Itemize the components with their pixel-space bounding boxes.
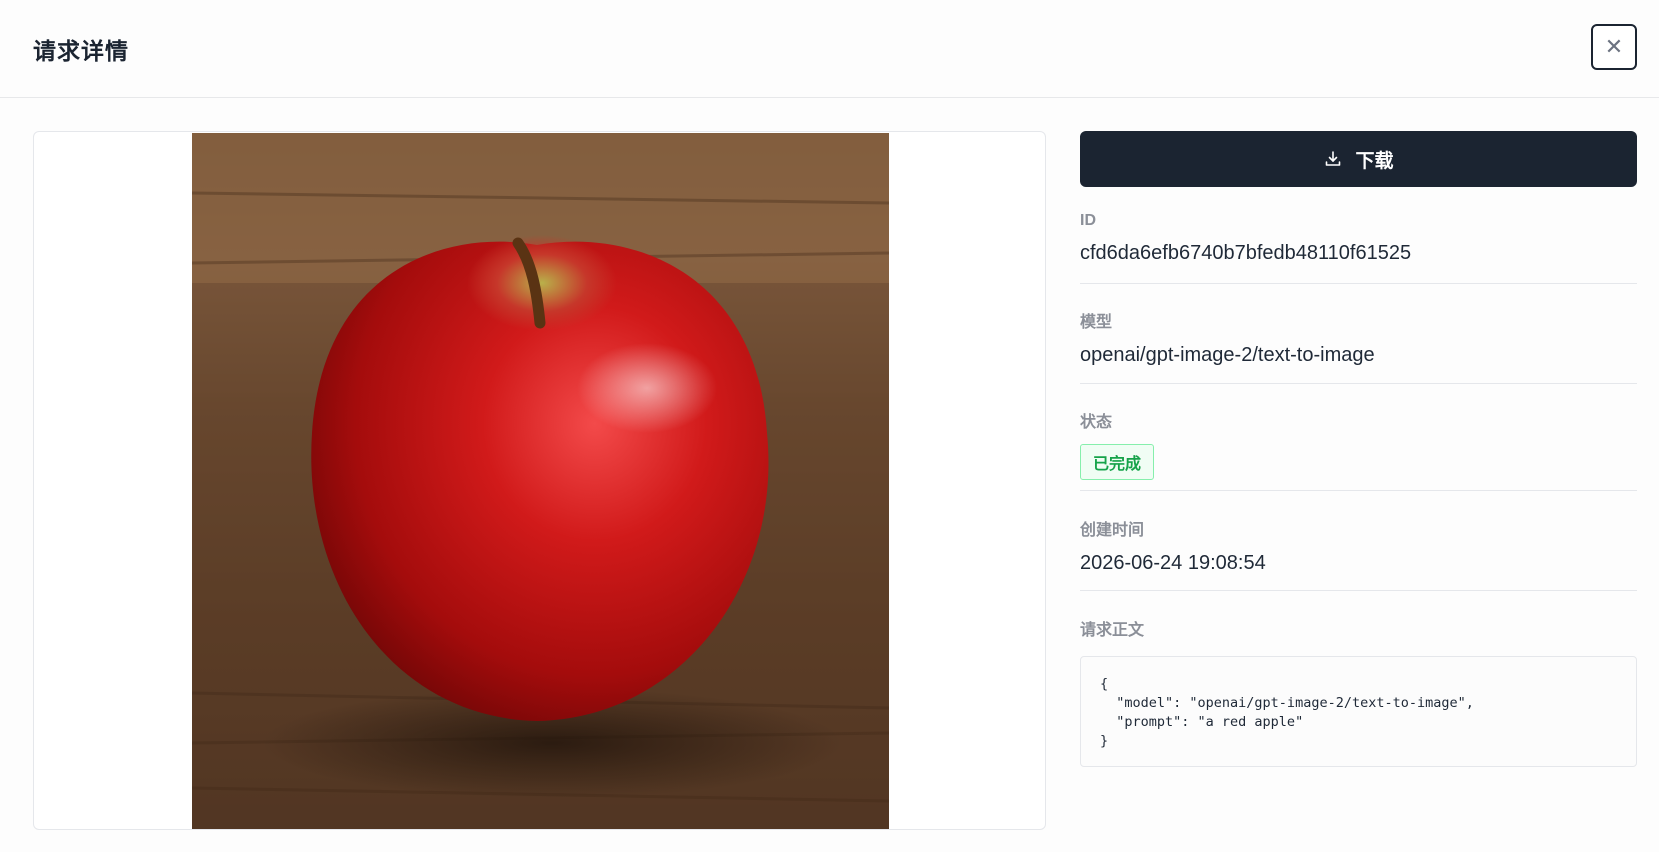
close-icon: ✕ [1604,34,1624,59]
status-badge: 已完成 [1080,444,1155,480]
id-value: cfd6da6efb6740b7bfedb48110f61525 [1080,242,1412,264]
request-body-label: 请求正文 [1080,622,1145,639]
id-label: ID [1080,212,1096,229]
created-at-value: 2026-06-24 19:08:54 [1080,552,1266,574]
field-request-body: 请求正文 { "model": "openai/gpt-image-2/text… [1080,591,1637,767]
field-model: 模型 openai/gpt-image-2/text-to-image [1080,284,1637,384]
image-preview-panel [33,131,1046,830]
modal-header: 请求详情 [0,0,1659,98]
close-button[interactable]: ✕ [1591,24,1637,70]
model-value: openai/gpt-image-2/text-to-image [1080,344,1375,366]
download-label: 下载 [1355,150,1394,172]
field-created-at: 创建时间 2026-06-24 19:08:54 [1080,491,1637,591]
status-label: 状态 [1080,414,1113,431]
generated-image [192,133,889,829]
model-label: 模型 [1080,314,1113,331]
details-sidebar: 下载 ID cfd6da6efb6740b7bfedb48110f61525 模… [1080,131,1637,767]
request-details-modal: 请求详情 ✕ 下载 ID cfd6da6efb6740b7bfedb48110f… [0,0,1659,852]
created-at-label: 创建时间 [1080,522,1145,539]
modal-title: 请求详情 [33,37,129,64]
download-icon [1326,151,1341,166]
download-button[interactable]: 下载 [1080,131,1637,187]
field-id: ID cfd6da6efb6740b7bfedb48110f61525 [1080,187,1637,284]
request-body-code[interactable]: { "model": "openai/gpt-image-2/text-to-i… [1080,656,1637,767]
field-status: 状态 已完成 [1080,384,1637,491]
